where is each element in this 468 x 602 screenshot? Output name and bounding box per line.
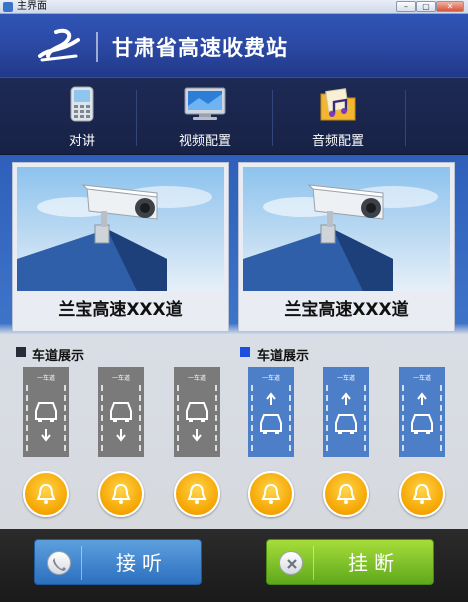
app-icon xyxy=(3,2,13,12)
camera-panel[interactable]: 兰宝高速XXX道 xyxy=(12,162,229,332)
camera-label: 兰宝高速XXX道 xyxy=(284,300,409,320)
toolbar-item-label: 音频配置 xyxy=(311,134,364,149)
music-folder-icon xyxy=(320,88,356,121)
lane-caption: 一车道 xyxy=(187,375,206,382)
camera-label: 兰宝高速XXX道 xyxy=(58,300,183,320)
lane-down[interactable]: 一车道 xyxy=(23,367,69,457)
header-banner: 甘肃省高速收费站 xyxy=(0,14,468,77)
phone-handset-icon xyxy=(47,551,71,575)
camera-panel[interactable]: 兰宝高速XXX道 xyxy=(238,162,455,332)
close-circle-icon xyxy=(279,551,303,575)
bell-icon xyxy=(412,483,432,504)
lane-group-label: 车道展示 xyxy=(257,349,310,364)
hangup-button[interactable]: 挂断 xyxy=(266,539,434,585)
lane-group-marker xyxy=(16,347,26,357)
window-title: 主界面 xyxy=(17,1,47,12)
toolbar-item-label: 对讲 xyxy=(68,134,95,149)
lane-caption: 一车道 xyxy=(36,375,55,382)
toolbar-item-audio-config[interactable]: 音频配置 xyxy=(273,78,403,156)
maximize-button[interactable]: ▢ xyxy=(416,1,436,12)
lane-up[interactable]: 一车道 xyxy=(248,367,294,457)
alarm-bell-button[interactable] xyxy=(399,471,445,517)
bell-icon xyxy=(36,483,56,504)
alarm-bell-button[interactable] xyxy=(248,471,294,517)
bell-icon xyxy=(336,483,356,504)
alarm-bell-button[interactable] xyxy=(23,471,69,517)
logo-icon xyxy=(38,28,80,62)
lane-caption: 一车道 xyxy=(261,375,280,382)
surveillance-camera-icon xyxy=(17,184,212,291)
header-divider xyxy=(96,32,98,62)
alarm-bell-button[interactable] xyxy=(174,471,220,517)
answer-button[interactable]: 接听 xyxy=(34,539,202,585)
toolbar: 对讲 视频配置 音频配置 xyxy=(0,77,468,155)
toolbar-item-intercom[interactable]: 对讲 xyxy=(17,78,147,156)
toolbar-item-video-config[interactable]: 视频配置 xyxy=(140,78,270,156)
lane-down[interactable]: 一车道 xyxy=(174,367,220,457)
hangup-button-label: 挂断 xyxy=(348,551,400,575)
main-content: 兰宝高速XXX道 兰宝高速XXX道 车道展示 车道展示 一车道 一车道 一车道 … xyxy=(0,155,468,529)
phone-icon xyxy=(70,86,94,122)
monitor-icon xyxy=(184,87,226,120)
bell-icon xyxy=(187,483,207,504)
lane-caption: 一车道 xyxy=(336,375,355,382)
toolbar-divider xyxy=(136,90,137,146)
lane-down[interactable]: 一车道 xyxy=(98,367,144,457)
surveillance-camera-icon xyxy=(243,184,438,291)
toolbar-divider xyxy=(405,90,406,146)
lane-caption: 一车道 xyxy=(111,375,130,382)
page-title: 甘肃省高速收费站 xyxy=(112,36,288,60)
close-button[interactable]: ✕ xyxy=(436,1,464,12)
alarm-bell-button[interactable] xyxy=(323,471,369,517)
bell-icon xyxy=(261,483,281,504)
answer-button-label: 接听 xyxy=(116,551,168,575)
alarm-bell-button[interactable] xyxy=(98,471,144,517)
minimize-button[interactable]: – xyxy=(396,1,416,12)
camera-view xyxy=(243,167,450,291)
lane-group-marker xyxy=(240,347,250,357)
lane-up[interactable]: 一车道 xyxy=(399,367,445,457)
lane-group-label: 车道展示 xyxy=(32,349,85,364)
toolbar-item-label: 视频配置 xyxy=(178,134,231,149)
lane-caption: 一车道 xyxy=(412,375,431,382)
camera-view xyxy=(17,167,224,291)
window-titlebar: 主界面 – ▢ ✕ xyxy=(0,0,468,14)
footer-bar: 接听 挂断 xyxy=(0,529,468,602)
bell-icon xyxy=(111,483,131,504)
lane-up[interactable]: 一车道 xyxy=(323,367,369,457)
